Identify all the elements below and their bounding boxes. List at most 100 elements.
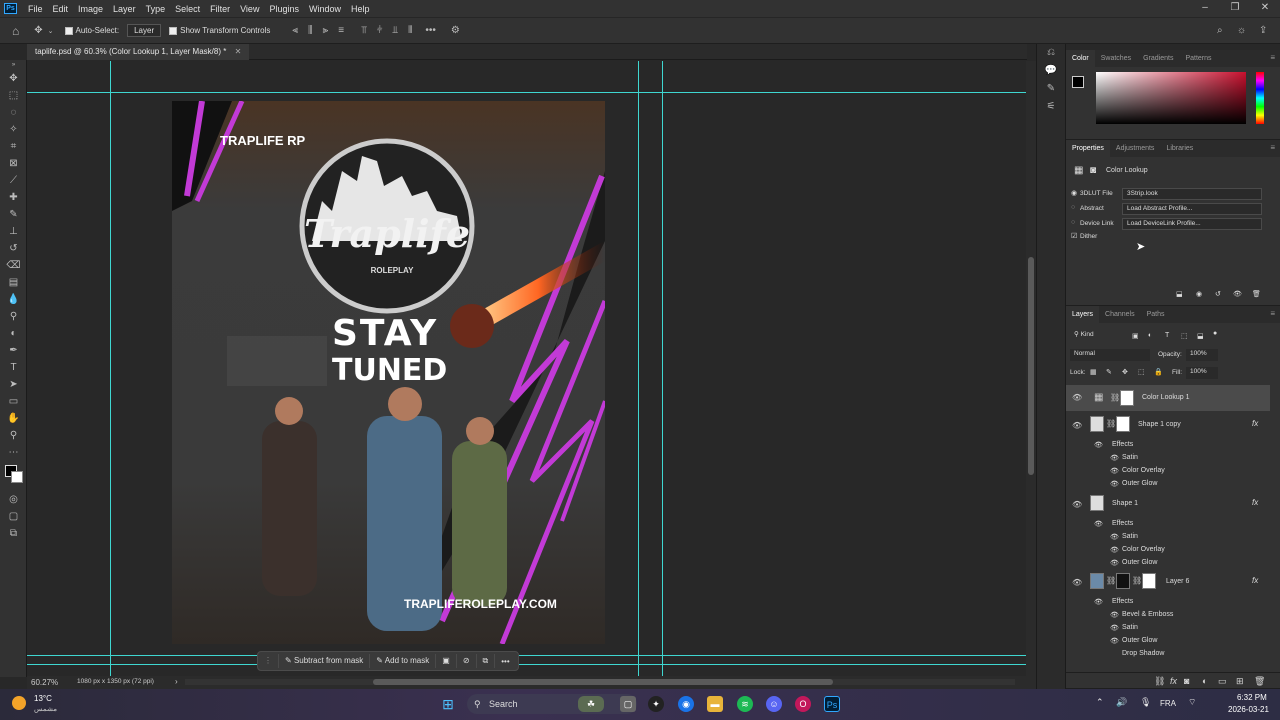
menu-window[interactable]: Window: [304, 4, 346, 14]
workspace-icon[interactable]: ☼: [1237, 25, 1246, 36]
weather-sun-icon[interactable]: [12, 696, 26, 710]
restore-icon[interactable]: ❐: [1220, 0, 1250, 17]
eye-icon[interactable]: 👁: [1072, 421, 1082, 430]
tab-paths[interactable]: Paths: [1141, 306, 1171, 323]
menu-filter[interactable]: Filter: [205, 4, 235, 14]
burn-tool-icon[interactable]: ◐: [0, 325, 27, 342]
magic-wand-icon[interactable]: ✧: [0, 121, 27, 138]
screen-mode-icon[interactable]: ▢: [0, 508, 27, 525]
history-brush-icon[interactable]: ↺: [0, 240, 27, 257]
align-middle-icon[interactable]: ⫩: [377, 25, 383, 36]
minimize-icon[interactable]: –: [1190, 0, 1220, 17]
align-left-icon[interactable]: ⫷: [292, 25, 298, 36]
lut-file-dropdown[interactable]: 3Strip.look: [1122, 188, 1262, 200]
blend-mode-dropdown[interactable]: Normal: [1070, 349, 1150, 361]
guide-horizontal[interactable]: [27, 655, 1026, 656]
panel-menu-icon[interactable]: ≡: [1270, 143, 1275, 152]
brush-settings-icon[interactable]: ✎: [1037, 80, 1065, 98]
menu-select[interactable]: Select: [170, 4, 205, 14]
chrome-icon[interactable]: ◉: [678, 696, 694, 712]
dither-checkbox[interactable]: ☑: [1071, 232, 1077, 240]
fill-input[interactable]: 100%: [1186, 367, 1218, 379]
discord-icon[interactable]: ☺: [766, 696, 782, 712]
filter-pixel-icon[interactable]: ▣: [1132, 332, 1139, 340]
effect-eye-icon[interactable]: 👁: [1110, 559, 1119, 567]
align-center-icon[interactable]: ⫼: [308, 25, 313, 36]
new-adjustment-icon[interactable]: ◐: [1202, 676, 1207, 686]
show-transform-checkbox[interactable]: Show Transform Controls: [169, 26, 270, 35]
tab-layers[interactable]: Layers: [1066, 306, 1100, 323]
background-color-icon[interactable]: [11, 471, 23, 483]
trash-icon[interactable]: 🗑: [1254, 676, 1265, 687]
crop-tool-icon[interactable]: ⌗: [0, 138, 27, 155]
app-icon[interactable]: ✦: [648, 696, 664, 712]
weather-temp[interactable]: 13°C: [34, 694, 52, 703]
eye-icon[interactable]: 👁: [1072, 500, 1082, 509]
panel-menu-icon[interactable]: ≡: [1270, 309, 1275, 318]
filter-type-icon[interactable]: T: [1165, 332, 1169, 339]
effect-eye-icon[interactable]: 👁: [1110, 533, 1119, 541]
more-tools-icon[interactable]: ⋯: [0, 444, 27, 461]
photoshop-taskbar-icon[interactable]: Ps: [824, 696, 840, 712]
more-options-icon[interactable]: •••: [495, 657, 515, 666]
mask-option-icon[interactable]: ▣: [436, 654, 457, 668]
marquee-tool-icon[interactable]: ⬚: [0, 87, 27, 104]
color-field[interactable]: [1096, 72, 1246, 124]
stamp-tool-icon[interactable]: ⊥: [0, 223, 27, 240]
home-icon[interactable]: ⌂: [12, 24, 19, 38]
windows-start-icon[interactable]: ⊞: [440, 696, 456, 712]
mask-icon[interactable]: ◙: [1090, 165, 1096, 176]
reset-icon[interactable]: ↺: [1215, 290, 1221, 298]
guide-vertical[interactable]: [110, 61, 111, 676]
link-icon[interactable]: ⛓: [1110, 393, 1120, 402]
tab-adjustments[interactable]: Adjustments: [1110, 140, 1161, 157]
clip-to-layer-icon[interactable]: ⬓: [1176, 290, 1183, 298]
move-tool-icon[interactable]: ✥: [0, 70, 27, 87]
eye-icon[interactable]: 👁: [1072, 578, 1082, 587]
distribute-vertical-icon[interactable]: ⫴: [408, 25, 412, 36]
menu-image[interactable]: Image: [73, 4, 108, 14]
tab-color[interactable]: Color: [1066, 50, 1095, 67]
chevron-up-icon[interactable]: ⌃: [1096, 697, 1104, 708]
path-select-icon[interactable]: ➤: [0, 376, 27, 393]
layer-thumbnail[interactable]: [1090, 573, 1104, 589]
effects-eye-icon[interactable]: 👁: [1094, 520, 1103, 528]
vector-mask-thumbnail[interactable]: [1116, 573, 1130, 589]
gear-icon[interactable]: ⚙: [451, 25, 460, 36]
widget-icon[interactable]: ☘: [578, 696, 604, 712]
color-swatches[interactable]: [0, 461, 27, 491]
layer-select-dropdown[interactable]: Layer: [127, 24, 162, 37]
eye-icon[interactable]: 👁: [1072, 393, 1082, 402]
link-icon[interactable]: ⛓: [1106, 576, 1116, 585]
guide-horizontal[interactable]: [27, 664, 1026, 665]
search-icon[interactable]: ⌕: [1217, 25, 1223, 36]
layer-mask-thumbnail[interactable]: [1116, 416, 1130, 432]
eyedropper-icon[interactable]: ⟋: [0, 172, 27, 189]
guide-horizontal[interactable]: [27, 92, 1026, 93]
filter-shape-icon[interactable]: ⬚: [1181, 332, 1188, 340]
document-tab[interactable]: taplife.psd @ 60.3% (Color Lookup 1, Lay…: [27, 44, 250, 60]
pen-tool-icon[interactable]: ✒: [0, 342, 27, 359]
gradient-tool-icon[interactable]: ▤: [0, 274, 27, 291]
close-tab-icon[interactable]: ✕: [235, 47, 242, 56]
align-bottom-icon[interactable]: ⫫: [393, 25, 399, 36]
close-icon[interactable]: ✕: [1250, 0, 1280, 17]
artboard-icon[interactable]: ⧉: [0, 525, 27, 542]
add-to-mask-button[interactable]: ✎ Add to mask: [370, 654, 437, 668]
taskbar-search[interactable]: ⚲ Search: [467, 694, 637, 714]
menu-file[interactable]: File: [23, 4, 48, 14]
radio-device-link[interactable]: ○: [1071, 219, 1075, 226]
layer-thumbnail[interactable]: [1090, 495, 1104, 511]
tab-libraries[interactable]: Libraries: [1160, 140, 1199, 157]
layer-row-shape-1-copy[interactable]: 👁 ⛓ Shape 1 copy fx 👁 Effects 👁 Satin 👁 …: [1066, 413, 1270, 491]
chevron-down-icon[interactable]: ⌄: [48, 27, 54, 35]
radio-3dlut[interactable]: ◉: [1071, 189, 1077, 197]
radio-abstract[interactable]: ○: [1071, 204, 1075, 211]
adjust-icon[interactable]: ⚟: [1037, 98, 1065, 116]
type-tool-icon[interactable]: T: [0, 359, 27, 376]
vertical-scrollbar[interactable]: [1026, 61, 1036, 676]
tab-swatches[interactable]: Swatches: [1095, 50, 1137, 67]
link-layers-icon[interactable]: ⛓: [1154, 676, 1165, 687]
link-icon[interactable]: ⛓: [1132, 576, 1142, 585]
task-view-icon[interactable]: ▢: [620, 696, 636, 712]
